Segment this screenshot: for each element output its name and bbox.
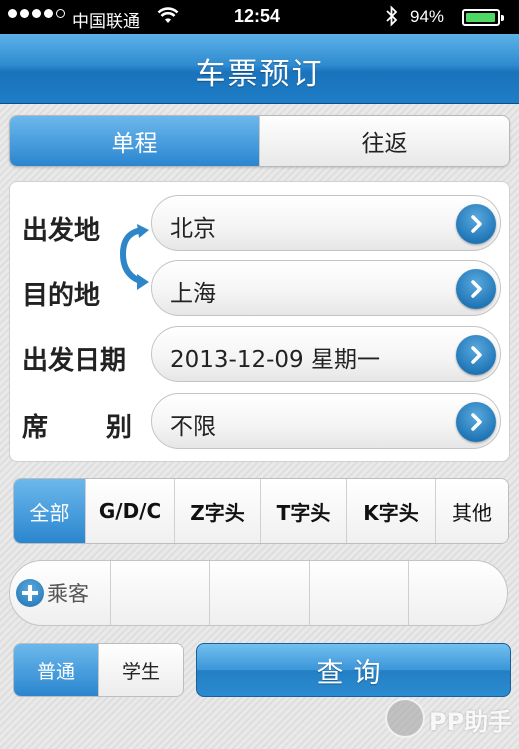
seat-class-label: 席别 [22,407,132,444]
train-type-filter: 全部 G/D/C Z字头 T字头 K字头 其他 [13,478,509,544]
destination-label: 目的地 [22,281,101,311]
watermark-text: PP助手 [429,708,513,736]
date-value: 2013-12-09 星期一 [170,347,380,373]
passenger-row: 乘客 [9,560,508,626]
departure-label: 出发地 [22,216,101,246]
passenger-slot[interactable] [110,561,209,625]
title-bar: 车票预订 [0,34,519,104]
departure-value: 北京 [170,216,216,242]
chevron-right-icon[interactable] [456,335,496,375]
train-type-z[interactable]: Z字头 [174,479,260,543]
booking-form: 出发地 北京 目的地 上海 出发日期 2013-12-09 星期一 席别 不限 [9,181,510,462]
wifi-icon [157,5,179,30]
passenger-slot[interactable] [209,561,308,625]
seat-class-label-part2: 别 [106,413,133,443]
carrier-name: 中国联通 [72,12,140,31]
train-type-k[interactable]: K字头 [346,479,435,543]
add-passenger-button[interactable]: 乘客 [10,561,110,625]
page-title: 车票预订 [195,57,324,92]
watermark: PP助手 [385,694,515,744]
round-trip-tab[interactable]: 往返 [259,116,509,166]
seat-class-field[interactable]: 不限 [151,393,501,449]
chevron-right-icon[interactable] [456,269,496,309]
seat-class-value: 不限 [170,414,216,440]
date-field[interactable]: 2013-12-09 星期一 [151,326,501,382]
destination-field[interactable]: 上海 [151,260,501,316]
ticket-type-student[interactable]: 学生 [98,644,183,696]
trip-type-toggle: 单程 往返 [9,115,510,167]
date-label: 出发日期 [22,346,127,376]
battery-percentage: 94% [410,7,445,26]
status-bar: 中国联通 12:54 94% [0,0,519,34]
battery-icon [462,9,504,26]
train-type-other[interactable]: 其他 [435,479,508,543]
train-type-gdc[interactable]: G/D/C [85,479,174,543]
plus-icon [16,579,44,607]
seat-class-label-part1: 席 [22,413,49,443]
departure-field[interactable]: 北京 [151,195,501,251]
chevron-right-icon[interactable] [456,402,496,442]
signal-strength-icon [8,9,65,18]
add-passenger-label: 乘客 [47,582,89,606]
query-button[interactable]: 查询 [196,643,511,697]
passenger-slot[interactable] [308,561,408,625]
passenger-slot[interactable] [407,561,507,625]
one-way-tab[interactable]: 单程 [10,116,259,166]
train-type-t[interactable]: T字头 [260,479,346,543]
ticket-type-adult[interactable]: 普通 [14,644,98,696]
destination-value: 上海 [170,281,216,307]
bluetooth-icon [385,5,399,32]
swap-stations-icon[interactable] [113,224,153,294]
ticket-type-toggle: 普通 学生 [13,643,184,697]
chevron-right-icon[interactable] [456,204,496,244]
clock: 12:54 [234,6,281,26]
train-type-all[interactable]: 全部 [14,479,85,543]
pp-logo-icon [385,698,425,738]
